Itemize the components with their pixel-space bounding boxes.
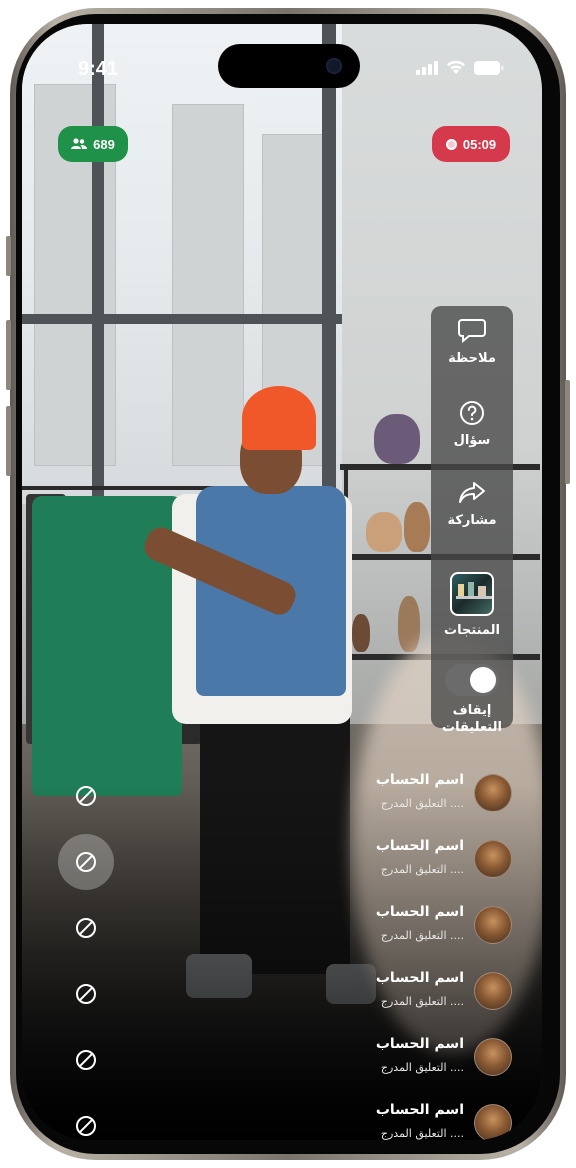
question-label: سؤال bbox=[453, 433, 491, 448]
power-button bbox=[565, 380, 570, 484]
live-duration: 05:09 bbox=[462, 136, 497, 152]
products-action[interactable]: المنتجات bbox=[431, 572, 513, 639]
block-icon bbox=[76, 1050, 96, 1070]
comment-text: التعليق المدرج .... bbox=[380, 995, 464, 1008]
record-dot-icon bbox=[445, 138, 457, 150]
comment-item[interactable]: اسم الحساب التعليق المدرج .... bbox=[322, 1100, 512, 1140]
block-icon bbox=[76, 984, 96, 1004]
avatar[interactable] bbox=[474, 906, 512, 944]
comment-author: اسم الحساب bbox=[375, 1102, 464, 1118]
viewer-count: 689 bbox=[93, 136, 115, 152]
block-icon bbox=[76, 1116, 96, 1136]
stop-comments-action: إيقاف التعليقات bbox=[431, 664, 513, 736]
avatar[interactable] bbox=[474, 774, 512, 812]
cellular-signal-icon bbox=[416, 60, 438, 75]
product-thumbnail bbox=[450, 572, 494, 616]
camera-icon bbox=[326, 58, 342, 74]
comment-item[interactable]: اسم الحساب التعليق المدرج .... bbox=[322, 968, 512, 1018]
orange-beanie bbox=[242, 386, 316, 450]
comment-author: اسم الحساب bbox=[375, 772, 464, 788]
avatar[interactable] bbox=[474, 972, 512, 1010]
users-icon bbox=[71, 138, 88, 149]
products-label: المنتجات bbox=[444, 623, 500, 638]
volume-up-button bbox=[6, 320, 11, 390]
volume-down-button bbox=[6, 406, 11, 476]
comment-text: التعليق المدرج .... bbox=[380, 1061, 464, 1074]
block-comment-button[interactable] bbox=[58, 966, 114, 1022]
block-icon bbox=[76, 786, 96, 806]
block-comment-button[interactable] bbox=[58, 768, 114, 824]
block-icon bbox=[76, 852, 96, 872]
battery-icon bbox=[474, 60, 504, 75]
status-time: 9:41 bbox=[78, 58, 119, 80]
question-circle-icon bbox=[460, 401, 484, 425]
avatar[interactable] bbox=[474, 1104, 512, 1140]
stop-comments-label: إيقاف التعليقات bbox=[442, 703, 502, 735]
note-label: ملاحظة bbox=[448, 351, 496, 366]
stop-comments-toggle[interactable] bbox=[445, 664, 499, 696]
status-icons bbox=[416, 60, 504, 75]
question-action[interactable]: سؤال bbox=[431, 400, 513, 449]
note-action[interactable]: ملاحظة bbox=[431, 318, 513, 367]
avatar[interactable] bbox=[474, 1038, 512, 1076]
comment-text: التعليق المدرج .... bbox=[380, 929, 464, 942]
block-comment-button[interactable] bbox=[58, 1032, 114, 1088]
comment-text: التعليق المدرج .... bbox=[380, 797, 464, 810]
comment-item[interactable]: اسم الحساب التعليق المدرج .... bbox=[322, 836, 512, 886]
viewer-count-badge: 689 bbox=[58, 126, 128, 162]
share-label: مشاركة bbox=[447, 513, 497, 528]
block-icon bbox=[76, 918, 96, 938]
dynamic-island bbox=[218, 44, 360, 88]
comment-author: اسم الحساب bbox=[375, 838, 464, 854]
comment-item[interactable]: اسم الحساب التعليق المدرج .... bbox=[322, 902, 512, 952]
live-timer-badge: 05:09 bbox=[432, 126, 510, 162]
comment-author: اسم الحساب bbox=[375, 970, 464, 986]
comment-author: اسم الحساب bbox=[375, 1036, 464, 1052]
chat-bubble-icon bbox=[458, 319, 486, 344]
comment-item[interactable]: اسم الحساب التعليق المدرج .... bbox=[322, 1034, 512, 1084]
block-comment-button[interactable] bbox=[58, 834, 114, 890]
action-side-button bbox=[6, 236, 11, 276]
block-comment-button[interactable] bbox=[58, 900, 114, 956]
comment-author: اسم الحساب bbox=[375, 904, 464, 920]
comment-text: التعليق المدرج .... bbox=[380, 863, 464, 876]
comment-text: التعليق المدرج .... bbox=[380, 1127, 464, 1140]
comment-item[interactable]: اسم الحساب التعليق المدرج .... bbox=[322, 770, 512, 820]
toggle-knob bbox=[470, 667, 496, 693]
share-arrow-icon bbox=[459, 482, 485, 503]
live-stream-screen: 9:41 689 05:09 ملاحظة سؤال مشاركة المنتج… bbox=[22, 24, 542, 1140]
wifi-icon bbox=[447, 60, 465, 74]
share-action[interactable]: مشاركة bbox=[431, 480, 513, 529]
stream-actions-panel: ملاحظة سؤال مشاركة المنتجات إيقاف التعلي… bbox=[431, 306, 513, 735]
avatar[interactable] bbox=[474, 840, 512, 878]
